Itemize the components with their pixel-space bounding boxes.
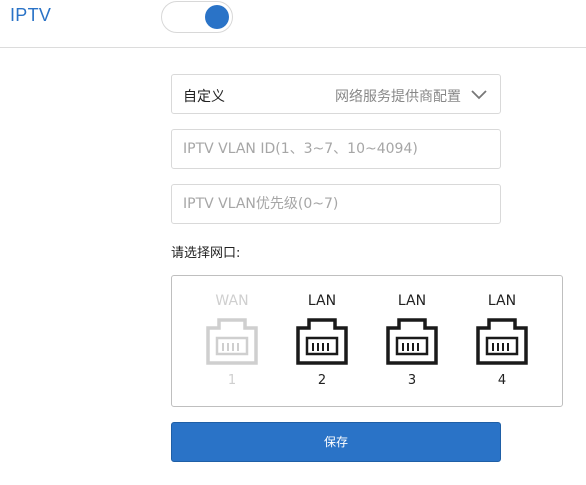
ethernet-port-icon <box>476 318 528 365</box>
ethernet-port-icon <box>206 318 258 365</box>
header-divider <box>0 47 586 48</box>
port-wan-1[interactable]: WAN 1 <box>197 276 267 408</box>
vlan-id-input[interactable] <box>171 129 501 169</box>
port-number: 2 <box>317 373 327 388</box>
port-name: LAN <box>307 293 337 309</box>
port-number: 1 <box>227 373 237 388</box>
port-number: 3 <box>407 373 417 388</box>
port-selector: WAN 1 LAN 2 LAN 3 LAN 4 <box>171 275 563 407</box>
mode-select[interactable]: 自定义 网络服务提供商配置 <box>171 74 501 114</box>
ethernet-port-icon <box>296 318 348 365</box>
port-lan-4[interactable]: LAN 4 <box>467 276 537 408</box>
chevron-down-icon <box>471 90 487 100</box>
port-lan-3[interactable]: LAN 3 <box>377 276 447 408</box>
page-title: IPTV <box>10 5 52 25</box>
port-lan-2[interactable]: LAN 2 <box>287 276 357 408</box>
port-select-label: 请选择网口: <box>171 246 241 261</box>
vlan-priority-input[interactable] <box>171 184 501 224</box>
iptv-toggle[interactable] <box>161 1 233 33</box>
port-name: LAN <box>487 293 517 309</box>
port-number: 4 <box>497 373 507 388</box>
mode-select-hint: 网络服务提供商配置 <box>335 89 461 105</box>
mode-select-value: 自定义 <box>183 89 225 105</box>
save-button[interactable]: 保存 <box>171 422 501 462</box>
port-name: WAN <box>215 293 249 309</box>
ethernet-port-icon <box>386 318 438 365</box>
toggle-knob <box>205 5 229 29</box>
port-name: LAN <box>397 293 427 309</box>
